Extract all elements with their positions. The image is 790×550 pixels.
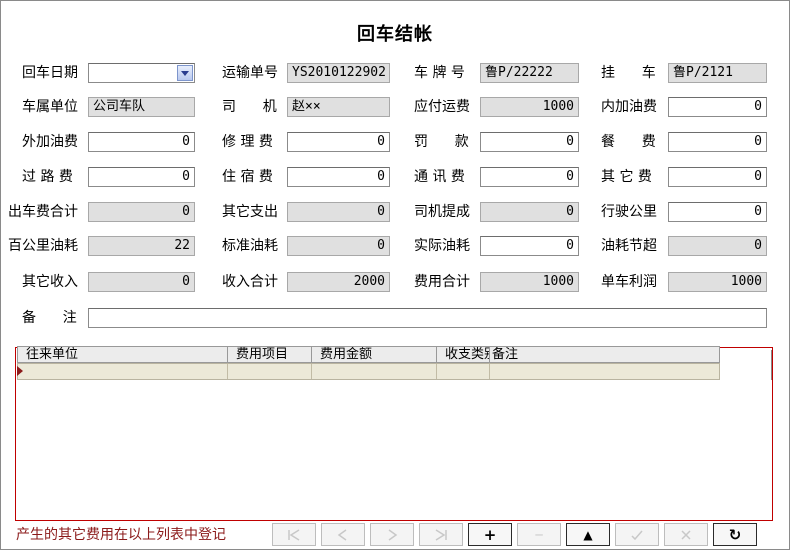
trip-cost-total-label: 出车费合计 [8, 204, 78, 220]
vehicle-profit-field[interactable]: 1000 [668, 272, 767, 292]
freight-payable-label: 应付运费 [414, 99, 470, 115]
fuel-per-100km-field[interactable]: 22 [88, 236, 195, 256]
trailer-label: 挂 车 [601, 65, 656, 81]
repair-fee-field[interactable]: 0 [287, 132, 390, 152]
last-icon [435, 528, 447, 541]
inner-fuel-fee-field[interactable]: 0 [668, 97, 767, 117]
column-header-type[interactable]: 收支类别 [437, 347, 490, 362]
actual-fuel-label: 实际油耗 [414, 238, 470, 254]
driver-label: 司 机 [222, 99, 277, 115]
other-expense-field[interactable]: 0 [287, 202, 390, 222]
freight-payable-field[interactable]: 1000 [480, 97, 579, 117]
remarks-label: 备 注 [22, 310, 77, 326]
vehicle-unit-field[interactable]: 公司车队 [88, 97, 195, 117]
table-cell[interactable] [18, 364, 228, 379]
check-icon [631, 530, 643, 540]
grid-header: 往来单位 费用项目 费用金额 收支类别 备注 [17, 346, 720, 363]
table-cell[interactable] [437, 364, 490, 379]
meal-fee-field[interactable]: 0 [668, 132, 767, 152]
table-row[interactable] [17, 363, 720, 380]
actual-fuel-field[interactable]: 0 [480, 236, 579, 256]
current-row-indicator-icon [17, 366, 23, 376]
expense-total-label: 费用合计 [414, 274, 470, 290]
table-cell[interactable] [228, 364, 312, 379]
refresh-button[interactable]: ↻ [713, 523, 757, 546]
grid-divider [771, 350, 772, 380]
driver-commission-field[interactable]: 0 [480, 202, 579, 222]
table-cell[interactable] [312, 364, 437, 379]
fuel-saving-field[interactable]: 0 [668, 236, 767, 256]
lodging-fee-label: 住 宿 费 [222, 169, 273, 185]
comm-fee-label: 通 讯 费 [414, 169, 465, 185]
vehicle-unit-label: 车属单位 [22, 99, 78, 115]
outer-fuel-fee-field[interactable]: 0 [88, 132, 195, 152]
prev-record-button[interactable] [321, 523, 365, 546]
column-header-amount[interactable]: 费用金额 [312, 347, 437, 362]
first-record-button[interactable] [272, 523, 316, 546]
column-header-partner[interactable]: 往来单位 [18, 347, 228, 362]
income-total-label: 收入合计 [222, 274, 278, 290]
meal-fee-label: 餐 费 [601, 134, 656, 150]
toll-fee-field[interactable]: 0 [88, 167, 195, 187]
fuel-saving-label: 油耗节超 [601, 238, 657, 254]
other-fee-label: 其 它 费 [601, 169, 652, 185]
driver-field[interactable]: 赵×× [287, 97, 390, 117]
next-record-button[interactable] [370, 523, 414, 546]
repair-fee-label: 修 理 费 [222, 134, 273, 150]
other-fee-field[interactable]: 0 [668, 167, 767, 187]
fine-label: 罚 款 [414, 134, 469, 150]
standard-fuel-label: 标准油耗 [222, 238, 278, 254]
other-income-label: 其它收入 [22, 274, 78, 290]
remarks-field[interactable] [88, 308, 767, 328]
waybill-no-field[interactable]: YS2010122902 [287, 63, 390, 83]
inner-fuel-fee-label: 内加油费 [601, 99, 657, 115]
page-title: 回车结帐 [357, 24, 433, 45]
first-icon [288, 528, 300, 541]
standard-fuel-field[interactable]: 0 [287, 236, 390, 256]
plate-no-field[interactable]: 鲁P/22222 [480, 63, 579, 83]
mileage-field[interactable]: 0 [668, 202, 767, 222]
column-header-remark[interactable]: 备注 [490, 347, 719, 362]
driver-commission-label: 司机提成 [414, 204, 470, 220]
vehicle-profit-label: 单车利润 [601, 274, 657, 290]
hint-text: 产生的其它费用在以上列表中登记 [16, 527, 226, 543]
delete-record-button[interactable]: ─ [517, 523, 561, 546]
cancel-edit-button[interactable] [664, 523, 708, 546]
waybill-no-label: 运输单号 [222, 65, 278, 81]
save-record-button[interactable] [615, 523, 659, 546]
income-total-field[interactable]: 2000 [287, 272, 390, 292]
return-date-label: 回车日期 [22, 65, 78, 81]
toll-fee-label: 过 路 费 [22, 169, 73, 185]
other-expense-label: 其它支出 [222, 204, 278, 220]
plate-no-label: 车 牌 号 [414, 65, 465, 81]
chevron-down-icon[interactable] [177, 65, 193, 81]
close-icon [681, 529, 691, 540]
fuel-per-100km-label: 百公里油耗 [8, 238, 78, 254]
add-record-button[interactable]: + [468, 523, 512, 546]
trip-cost-total-field[interactable]: 0 [88, 202, 195, 222]
fine-field[interactable]: 0 [480, 132, 579, 152]
other-income-field[interactable]: 0 [88, 272, 195, 292]
table-cell[interactable] [490, 364, 719, 379]
prev-icon [337, 528, 347, 541]
trailer-field[interactable]: 鲁P/2121 [668, 63, 767, 83]
column-header-item[interactable]: 费用项目 [228, 347, 312, 362]
return-date-combo[interactable] [88, 63, 195, 83]
outer-fuel-fee-label: 外加油费 [22, 134, 78, 150]
next-icon [388, 528, 398, 541]
expense-total-field[interactable]: 1000 [480, 272, 579, 292]
edit-record-button[interactable]: ▲ [566, 523, 610, 546]
mileage-label: 行驶公里 [601, 204, 657, 220]
lodging-fee-field[interactable]: 0 [287, 167, 390, 187]
last-record-button[interactable] [419, 523, 463, 546]
comm-fee-field[interactable]: 0 [480, 167, 579, 187]
